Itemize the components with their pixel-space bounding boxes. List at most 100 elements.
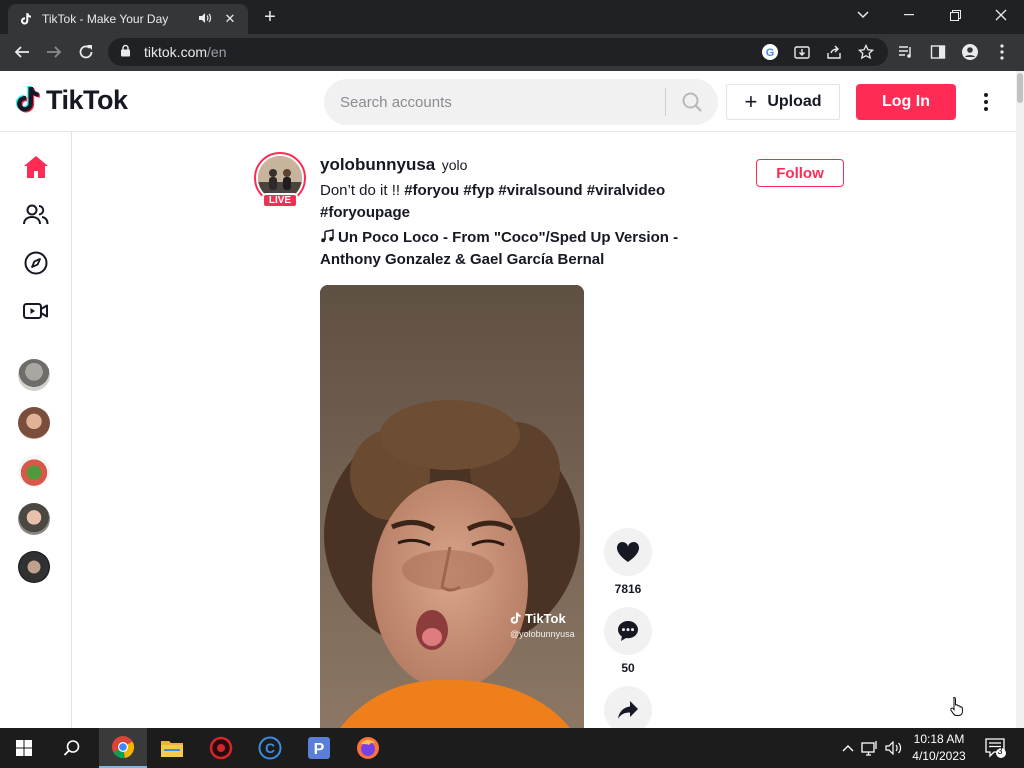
- comment-count: 50: [621, 661, 635, 675]
- clock-date: 4/10/2023: [912, 749, 966, 763]
- post-meta: yolobunnyusa yolo Don’t do it !! #foryou…: [320, 155, 740, 271]
- watermark-logo-text: TikTok: [525, 611, 566, 626]
- c-app-icon: C: [258, 736, 282, 760]
- login-button[interactable]: Log In: [856, 84, 956, 120]
- firefox-icon: [357, 737, 379, 759]
- minimize-icon[interactable]: [886, 0, 932, 30]
- lock-icon[interactable]: [120, 44, 134, 60]
- profile-icon[interactable]: [958, 40, 982, 64]
- sidebar-item-following[interactable]: [20, 199, 52, 231]
- follow-button[interactable]: Follow: [756, 159, 844, 187]
- tiktok-note-icon: [16, 85, 40, 112]
- video-watermark: TikTok @yolobunnyusa: [510, 611, 575, 639]
- bookmark-star-icon[interactable]: [854, 40, 878, 64]
- corner-popup[interactable]: [928, 686, 1000, 720]
- sidebar-account-avatar-1[interactable]: [18, 359, 50, 391]
- more-options-icon[interactable]: [976, 89, 996, 115]
- reload-button[interactable]: [72, 38, 100, 66]
- windows-logo-icon: [16, 740, 32, 756]
- tiktok-logo[interactable]: TikTok: [16, 85, 128, 116]
- post-nickname[interactable]: yolo: [442, 157, 468, 173]
- sidebar-account-avatar-3[interactable]: [18, 455, 50, 487]
- tray-chevron-icon[interactable]: [838, 738, 858, 758]
- sidebar-item-live[interactable]: [20, 295, 52, 327]
- search-icon[interactable]: [666, 79, 718, 125]
- clock-time: 10:18 AM: [913, 732, 965, 746]
- browser-toolbar: tiktok.com/en G: [0, 34, 1024, 71]
- video-frame: [320, 285, 584, 728]
- music-note-icon: [321, 229, 334, 243]
- restore-icon[interactable]: [932, 0, 978, 30]
- side-panel-icon[interactable]: [926, 40, 950, 64]
- url-path: /en: [207, 44, 227, 60]
- share-arrow-icon: [618, 701, 638, 719]
- red-app-icon: [209, 736, 233, 760]
- taskbar-app-p[interactable]: P: [295, 728, 343, 768]
- svg-text:C: C: [265, 740, 275, 756]
- tiktok-watermark-icon: [510, 612, 521, 624]
- home-icon: [24, 156, 48, 178]
- tab-close-icon[interactable]: ✕: [222, 11, 238, 27]
- left-sidebar: [0, 132, 72, 728]
- comment-icon: [618, 621, 638, 641]
- post-caption: Don’t do it !! #foryou #fyp #viralsound …: [320, 180, 740, 224]
- page-scrollbar[interactable]: [1016, 71, 1024, 728]
- start-button[interactable]: [0, 728, 48, 768]
- p-app-icon: P: [308, 737, 330, 759]
- taskbar-chrome[interactable]: [99, 728, 147, 768]
- back-button[interactable]: [8, 38, 36, 66]
- forward-button[interactable]: [40, 38, 68, 66]
- live-video-icon: [23, 303, 48, 319]
- chrome-menu-icon[interactable]: [990, 40, 1014, 64]
- folder-icon: [161, 741, 183, 757]
- volume-icon[interactable]: [884, 738, 904, 758]
- new-tab-button[interactable]: +: [258, 6, 282, 30]
- close-window-icon[interactable]: [978, 0, 1024, 30]
- tab-audio-icon[interactable]: [198, 12, 214, 27]
- like-count: 7816: [614, 582, 642, 596]
- install-app-icon[interactable]: [790, 40, 814, 64]
- comment-button[interactable]: [604, 607, 652, 655]
- share-icon[interactable]: [822, 40, 846, 64]
- upload-label: Upload: [767, 93, 822, 110]
- browser-tab[interactable]: TikTok - Make Your Day ✕: [8, 4, 248, 34]
- chrome-icon: [112, 736, 135, 759]
- sidebar-account-avatar-2[interactable]: [18, 407, 50, 439]
- taskbar-clock[interactable]: 10:18 AM 4/10/2023: [906, 731, 972, 765]
- search-input[interactable]: [324, 79, 665, 125]
- compass-icon: [24, 251, 48, 275]
- like-button[interactable]: [604, 528, 652, 576]
- notification-count: 3: [997, 746, 1003, 756]
- post-username[interactable]: yolobunnyusa: [320, 155, 435, 174]
- taskbar-file-explorer[interactable]: [148, 728, 196, 768]
- network-icon[interactable]: [860, 738, 880, 758]
- taskbar-app-c[interactable]: C: [246, 728, 294, 768]
- taskbar-search-button[interactable]: [48, 728, 96, 768]
- sidebar-item-home[interactable]: [20, 151, 52, 183]
- sidebar-account-avatar-5[interactable]: [18, 551, 50, 583]
- post-music[interactable]: Un Poco Loco - From "Coco"/Sped Up Versi…: [320, 227, 740, 271]
- tab-search-icon[interactable]: [840, 0, 886, 30]
- video-player[interactable]: TikTok @yolobunnyusa: [320, 285, 584, 728]
- people-icon: [23, 204, 49, 225]
- svg-text:P: P: [314, 741, 325, 758]
- search-bar: [324, 79, 718, 125]
- music-title: Un Poco Loco - From "Coco"/Sped Up Versi…: [320, 229, 679, 268]
- logo-text: TikTok: [46, 85, 128, 115]
- media-control-icon[interactable]: [894, 40, 918, 64]
- taskbar-app-red[interactable]: [197, 728, 245, 768]
- sidebar-item-explore[interactable]: [20, 247, 52, 279]
- site-header: TikTok + Upload Log In: [0, 71, 1016, 132]
- share-button[interactable]: [604, 686, 652, 734]
- scrollbar-thumb[interactable]: [1017, 73, 1023, 103]
- tiktok-favicon-icon: [18, 11, 34, 27]
- search-icon: [63, 740, 80, 756]
- notification-center-icon[interactable]: 3: [983, 738, 1009, 758]
- url-host: tiktok.com: [144, 44, 208, 60]
- google-icon[interactable]: G: [758, 40, 782, 64]
- svg-text:G: G: [766, 47, 775, 59]
- taskbar-firefox[interactable]: [344, 728, 392, 768]
- live-badge: LIVE: [262, 193, 298, 208]
- sidebar-account-avatar-4[interactable]: [18, 503, 50, 535]
- upload-button[interactable]: + Upload: [726, 84, 840, 120]
